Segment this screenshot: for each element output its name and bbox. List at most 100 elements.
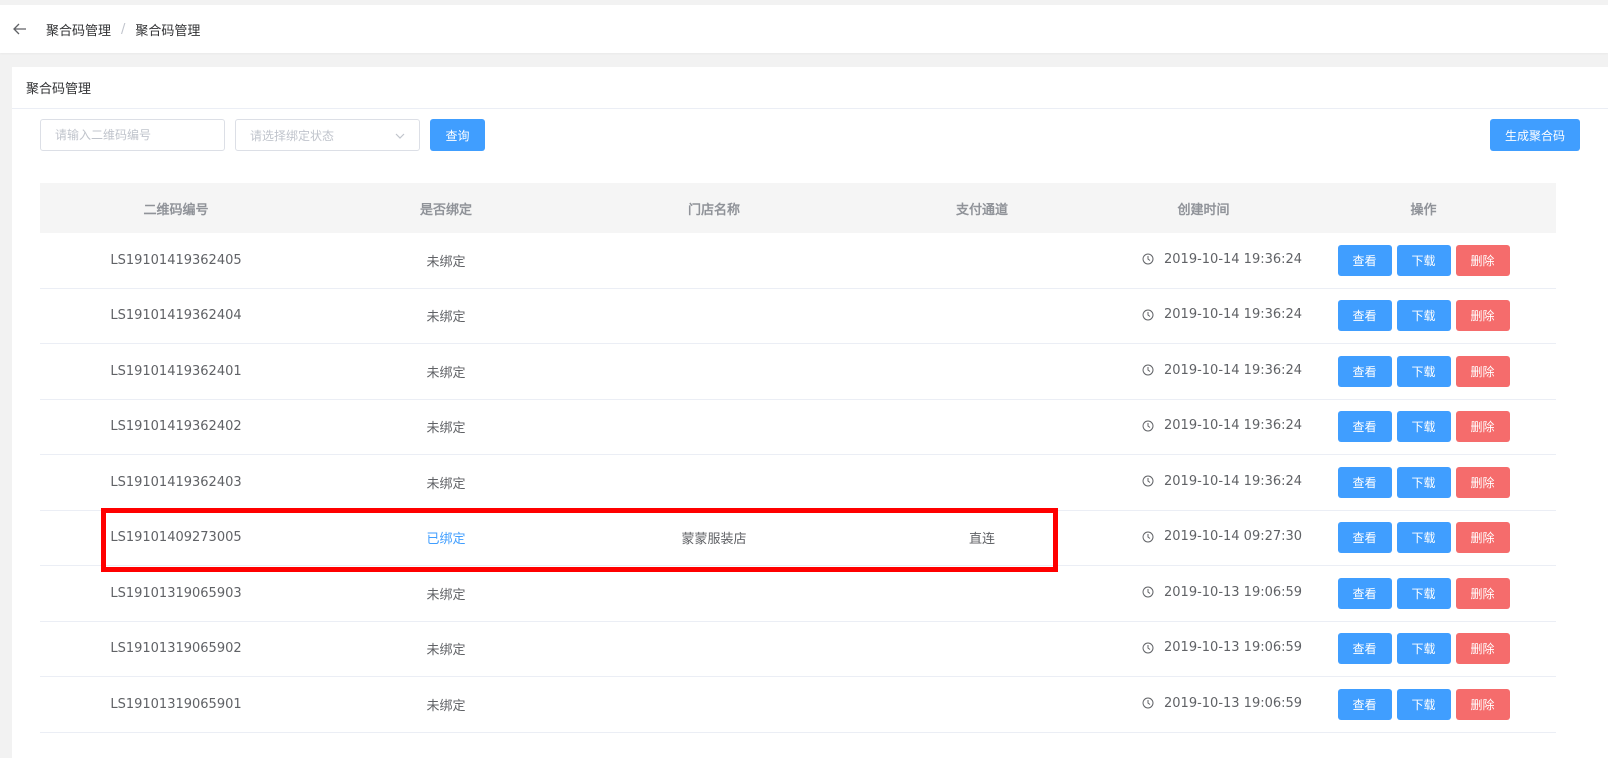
table-row: LS19101409273005 已绑定 蒙蒙服装店 直连 2019-10-14 09:… (40, 511, 1556, 566)
cell-actions: 查看 下载 删除 (1291, 244, 1556, 276)
arrow-left-icon[interactable] (12, 21, 28, 37)
delete-button[interactable]: 删除 (1455, 577, 1510, 609)
header-store: 门店名称 (687, 202, 740, 218)
bind-status-placeholder: 请选择绑定状态 (250, 128, 335, 143)
cell-created: 2019-10-14 09:27:30 (1116, 529, 1302, 547)
created-time: 2019-10-14 19:36:24 (1142, 474, 1302, 489)
view-button[interactable]: 查看 (1337, 244, 1392, 276)
created-time: 2019-10-14 19:36:24 (1142, 307, 1302, 322)
cell-code: LS19101409273005 (110, 530, 242, 546)
cell-code: LS19101319065901 (110, 696, 242, 712)
download-button[interactable]: 下载 (1396, 244, 1451, 276)
clock-icon (1142, 531, 1154, 543)
cell-code: LS19101319065902 (110, 641, 242, 657)
created-time: 2019-10-13 19:06:59 (1142, 640, 1302, 655)
delete-button[interactable]: 删除 (1455, 244, 1510, 276)
header-bound: 是否绑定 (419, 202, 472, 218)
breadcrumb-item-parent[interactable]: 聚合码管理 (46, 20, 111, 39)
download-button[interactable]: 下载 (1396, 577, 1451, 609)
breadcrumb-item-current: 聚合码管理 (135, 23, 201, 39)
breadcrumb-separator: / (121, 21, 126, 37)
cell-bound-status: 未绑定 (426, 421, 466, 437)
created-time-text: 2019-10-14 19:36:24 (1164, 307, 1303, 322)
download-button[interactable]: 下载 (1396, 633, 1451, 665)
cell-bound-status: 未绑定 (426, 698, 466, 714)
cell-code: LS19101419362404 (110, 308, 242, 324)
cell-actions: 查看 下载 删除 (1291, 522, 1556, 554)
created-time-text: 2019-10-14 09:27:30 (1164, 529, 1303, 544)
table-row: LS19101319065902 未绑定 2019-10-13 19:06:59 查看… (40, 622, 1556, 677)
clock-icon (1142, 475, 1154, 487)
card-title: 聚合码管理 (12, 67, 1608, 109)
cell-code: LS19101419362405 (110, 252, 242, 268)
cell-code: LS19101419362403 (110, 474, 242, 490)
created-time-text: 2019-10-13 19:06:59 (1164, 695, 1303, 711)
view-button[interactable]: 查看 (1337, 300, 1392, 332)
download-button[interactable]: 下载 (1396, 522, 1451, 554)
cell-created: 2019-10-14 19:36:24 (1116, 418, 1302, 436)
cell-actions: 查看 下载 删除 (1291, 577, 1556, 609)
clock-icon (1142, 642, 1154, 654)
cell-bound-status: 未绑定 (426, 643, 466, 659)
view-button[interactable]: 查看 (1337, 577, 1392, 609)
created-time-text: 2019-10-14 19:36:24 (1164, 362, 1303, 378)
delete-button[interactable]: 删除 (1455, 688, 1510, 720)
view-button[interactable]: 查看 (1337, 522, 1392, 554)
download-button[interactable]: 下载 (1396, 300, 1451, 332)
cell-created: 2019-10-13 19:06:59 (1116, 640, 1302, 658)
table-header: 二维码编号 是否绑定 门店名称 支付通道 创建时间 操作 (40, 183, 1556, 233)
cell-created: 2019-10-14 19:36:24 (1116, 252, 1302, 270)
delete-button[interactable]: 删除 (1455, 633, 1510, 665)
delete-button[interactable]: 删除 (1455, 522, 1510, 554)
cell-code: LS19101319065903 (110, 585, 242, 601)
view-button[interactable]: 查看 (1337, 688, 1392, 720)
cell-actions: 查看 下载 删除 (1291, 300, 1556, 332)
main-card: 聚合码管理 请选择绑定状态 查询 生成聚合码 二维码编号 是否绑定 门店名称 支… (12, 67, 1608, 758)
created-time-text: 2019-10-13 19:06:59 (1164, 640, 1303, 655)
clock-icon (1142, 253, 1154, 265)
cell-created: 2019-10-14 19:36:24 (1116, 307, 1302, 325)
generate-code-button[interactable]: 生成聚合码 (1490, 119, 1580, 151)
view-button[interactable]: 查看 (1337, 633, 1392, 665)
cell-created: 2019-10-13 19:06:59 (1116, 696, 1302, 714)
created-time: 2019-10-14 19:36:24 (1142, 363, 1302, 378)
query-button[interactable]: 查询 (430, 119, 485, 151)
cell-bound-status: 已绑定 (426, 532, 466, 548)
download-button[interactable]: 下载 (1396, 466, 1451, 498)
created-time: 2019-10-14 19:36:24 (1142, 252, 1302, 267)
created-time-text: 2019-10-14 19:36:24 (1164, 251, 1303, 267)
cell-code: LS19101419362401 (110, 363, 242, 379)
clock-icon (1142, 309, 1154, 321)
delete-button[interactable]: 删除 (1455, 300, 1510, 332)
download-button[interactable]: 下载 (1396, 688, 1451, 720)
created-time: 2019-10-14 09:27:30 (1142, 529, 1302, 544)
table-row: LS19101319065903 未绑定 2019-10-13 19:06:59 查看… (40, 566, 1556, 622)
clock-icon (1142, 586, 1154, 598)
delete-button[interactable]: 删除 (1455, 355, 1510, 387)
table-row: LS19101419362401 未绑定 2019-10-14 19:36:24 查看… (40, 344, 1556, 400)
view-button[interactable]: 查看 (1337, 411, 1392, 443)
cell-store: 蒙蒙服装店 (681, 532, 747, 548)
qr-code-search-input[interactable] (40, 119, 225, 151)
delete-button[interactable]: 删除 (1455, 411, 1510, 443)
download-button[interactable]: 下载 (1396, 355, 1451, 387)
cell-actions: 查看 下载 删除 (1291, 411, 1556, 443)
clock-icon (1142, 420, 1154, 432)
chevron-down-icon (395, 128, 405, 142)
header-created: 创建时间 (1177, 202, 1230, 218)
cell-bound-status: 未绑定 (426, 310, 466, 326)
download-button[interactable]: 下载 (1396, 411, 1451, 443)
view-button[interactable]: 查看 (1337, 355, 1392, 387)
delete-button[interactable]: 删除 (1455, 466, 1510, 498)
cell-created: 2019-10-14 19:36:24 (1116, 474, 1302, 492)
cell-actions: 查看 下载 删除 (1291, 633, 1556, 665)
clock-icon (1142, 697, 1154, 709)
bind-status-select[interactable]: 请选择绑定状态 (235, 119, 420, 151)
table-body: LS19101419362405 未绑定 2019-10-14 19:36:24 查看… (40, 233, 1556, 733)
header-code: 二维码编号 (143, 202, 209, 218)
view-button[interactable]: 查看 (1337, 466, 1392, 498)
created-time-text: 2019-10-14 19:36:24 (1164, 473, 1303, 489)
cell-created: 2019-10-14 19:36:24 (1116, 363, 1302, 381)
cell-bound-status: 未绑定 (426, 476, 466, 492)
table-row: LS19101319065901 未绑定 2019-10-13 19:06:59 查看… (40, 677, 1556, 733)
